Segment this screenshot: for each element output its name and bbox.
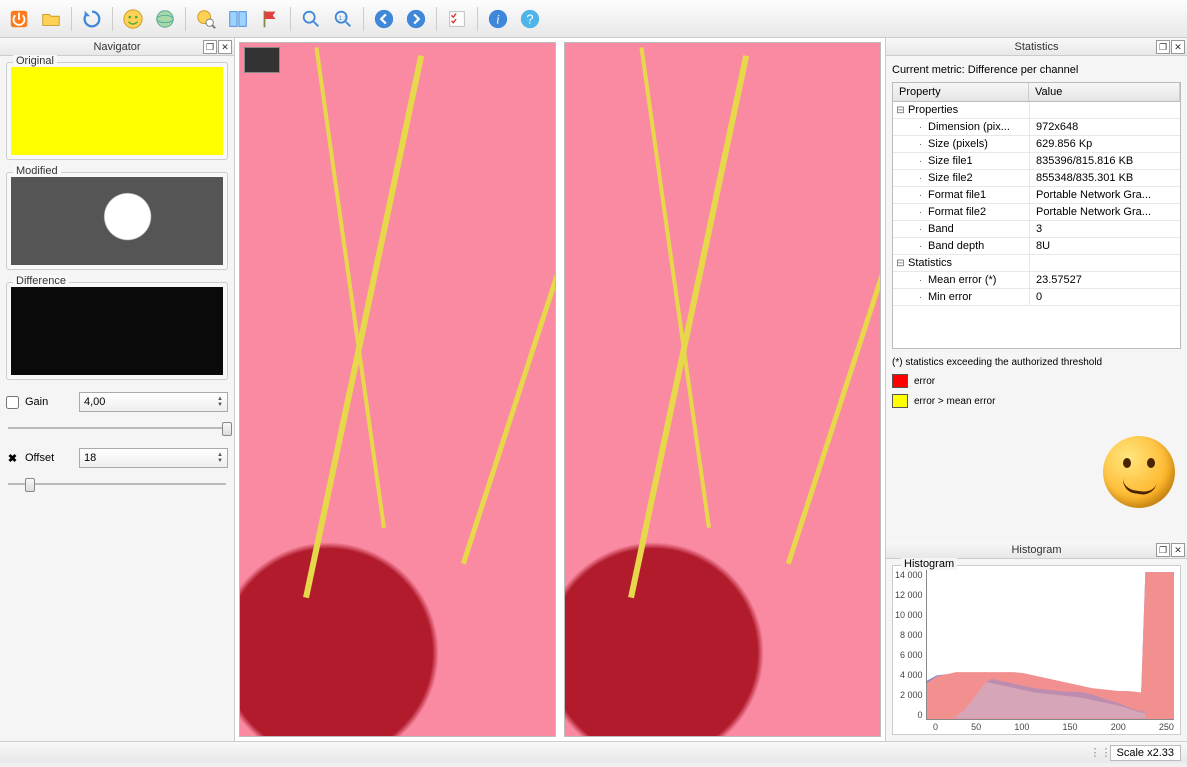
current-metric-label: Current metric: Difference per channel xyxy=(892,64,1181,76)
comparison-view xyxy=(235,38,885,741)
right-image-viewer[interactable] xyxy=(564,42,881,737)
table-row[interactable]: ·Format file2Portable Network Gra... xyxy=(893,204,1180,221)
navigator-title-bar: Navigator ❐ ✕ xyxy=(0,38,234,56)
table-group[interactable]: ⊟Properties xyxy=(893,102,1180,119)
smiley-button[interactable] xyxy=(118,4,148,34)
offset-slider[interactable] xyxy=(8,476,226,492)
navigator-title: Navigator xyxy=(93,41,140,53)
histogram-x-axis: 050100150200250 xyxy=(933,722,1174,732)
gtmean-legend-label: error > mean error xyxy=(914,396,995,407)
right-sidebar: Statistics ❐ ✕ Current metric: Differenc… xyxy=(885,38,1187,741)
threshold-legend: (*) statistics exceeding the authorized … xyxy=(892,357,1181,408)
zoom-fit-button[interactable] xyxy=(296,4,326,34)
statistics-close-button[interactable]: ✕ xyxy=(1171,40,1185,54)
table-row[interactable]: ·Format file1Portable Network Gra... xyxy=(893,187,1180,204)
info-button[interactable]: i xyxy=(483,4,513,34)
power-button[interactable] xyxy=(4,4,34,34)
threshold-note: (*) statistics exceeding the authorized … xyxy=(892,357,1181,368)
difference-label: Difference xyxy=(13,275,69,287)
open-button[interactable] xyxy=(36,4,66,34)
original-label: Original xyxy=(13,55,57,67)
histogram-y-axis: 14 00012 00010 0008 0006 0004 0002 0000 xyxy=(895,570,926,720)
offset-checkbox[interactable]: ✖ xyxy=(6,452,19,465)
table-group[interactable]: ⊟Statistics xyxy=(893,255,1180,272)
checklist-button[interactable] xyxy=(442,4,472,34)
histogram-title: Histogram xyxy=(1011,544,1061,556)
offset-spinbox[interactable]: 18 ▲▼ xyxy=(79,448,228,468)
back-button[interactable] xyxy=(369,4,399,34)
histogram-close-button[interactable]: ✕ xyxy=(1171,543,1185,557)
histogram-detach-button[interactable]: ❐ xyxy=(1156,543,1170,557)
svg-text:?: ? xyxy=(526,11,533,26)
table-row[interactable]: ·Size file2855348/835.301 KB xyxy=(893,170,1180,187)
table-row[interactable]: ·Min error0 xyxy=(893,289,1180,306)
modified-thumbnail[interactable] xyxy=(11,177,223,265)
modified-label: Modified xyxy=(13,165,61,177)
statistics-title-bar: Statistics ❐ ✕ xyxy=(886,38,1187,56)
gain-spin-arrows[interactable]: ▲▼ xyxy=(217,396,223,408)
histogram-title-bar: Histogram ❐ ✕ xyxy=(886,541,1187,559)
gain-slider[interactable] xyxy=(8,420,226,436)
side-by-side-button[interactable] xyxy=(223,4,253,34)
svg-text:i: i xyxy=(496,12,500,26)
col-value[interactable]: Value xyxy=(1029,83,1180,101)
refresh-button[interactable] xyxy=(77,4,107,34)
navigator-detach-button[interactable]: ❐ xyxy=(203,40,217,54)
offset-value: 18 xyxy=(84,452,96,464)
error-legend-label: error xyxy=(914,376,935,387)
histogram-plot[interactable] xyxy=(926,570,1174,720)
main-toolbar: 1:1 i ? xyxy=(0,0,1187,38)
offset-label: Offset xyxy=(25,452,73,464)
table-row[interactable]: ·Band3 xyxy=(893,221,1180,238)
histogram-group-label: Histogram xyxy=(901,558,957,570)
navigator-overview-icon[interactable] xyxy=(244,47,280,73)
gain-row: Gain 4,00 ▲▼ xyxy=(6,392,228,412)
world-search-button[interactable] xyxy=(191,4,221,34)
world-button[interactable] xyxy=(150,4,180,34)
sad-face-icon xyxy=(1103,436,1175,508)
forward-button[interactable] xyxy=(401,4,431,34)
zoom-actual-button[interactable]: 1:1 xyxy=(328,4,358,34)
table-row[interactable]: ·Size file1835396/815.816 KB xyxy=(893,153,1180,170)
original-thumbnail[interactable] xyxy=(11,67,223,155)
table-row[interactable]: ·Size (pixels)629.856 Kp xyxy=(893,136,1180,153)
properties-table: Property Value ⊟Properties·Dimension (pi… xyxy=(892,82,1181,349)
gain-spinbox[interactable]: 4,00 ▲▼ xyxy=(79,392,228,412)
svg-text:1:1: 1:1 xyxy=(338,14,347,21)
table-row[interactable]: ·Mean error (*)23.57527 xyxy=(893,272,1180,289)
navigator-panel: Navigator ❐ ✕ Original Modified Differen… xyxy=(0,38,235,741)
histogram-panel: Histogram 14 00012 00010 0008 0006 0004 … xyxy=(892,565,1181,735)
status-grip-icon: ⋮⋮ xyxy=(1090,746,1104,759)
modified-group: Modified xyxy=(6,172,228,270)
gain-value: 4,00 xyxy=(84,396,105,408)
left-image-viewer[interactable] xyxy=(239,42,556,737)
offset-row: ✖ Offset 18 ▲▼ xyxy=(6,448,228,468)
gain-label: Gain xyxy=(25,396,73,408)
difference-group: Difference xyxy=(6,282,228,380)
statistics-title: Statistics xyxy=(1014,41,1058,53)
table-row[interactable]: ·Dimension (pix...972x648 xyxy=(893,119,1180,136)
offset-spin-arrows[interactable]: ▲▼ xyxy=(217,452,223,464)
properties-table-body[interactable]: ⊟Properties·Dimension (pix...972x648·Siz… xyxy=(893,102,1180,348)
navigator-close-button[interactable]: ✕ xyxy=(218,40,232,54)
difference-thumbnail[interactable] xyxy=(11,287,223,375)
status-scale: Scale x2.33 xyxy=(1110,745,1181,761)
flag-button[interactable] xyxy=(255,4,285,34)
statistics-detach-button[interactable]: ❐ xyxy=(1156,40,1170,54)
help-button[interactable]: ? xyxy=(515,4,545,34)
gtmean-swatch xyxy=(892,394,908,408)
status-bar: ⋮⋮ Scale x2.33 xyxy=(0,741,1187,763)
error-swatch xyxy=(892,374,908,388)
statistics-body: Current metric: Difference per channel P… xyxy=(886,56,1187,412)
col-property[interactable]: Property xyxy=(893,83,1029,101)
original-group: Original xyxy=(6,62,228,160)
gain-checkbox[interactable] xyxy=(6,396,19,409)
table-row[interactable]: ·Band depth8U xyxy=(893,238,1180,255)
